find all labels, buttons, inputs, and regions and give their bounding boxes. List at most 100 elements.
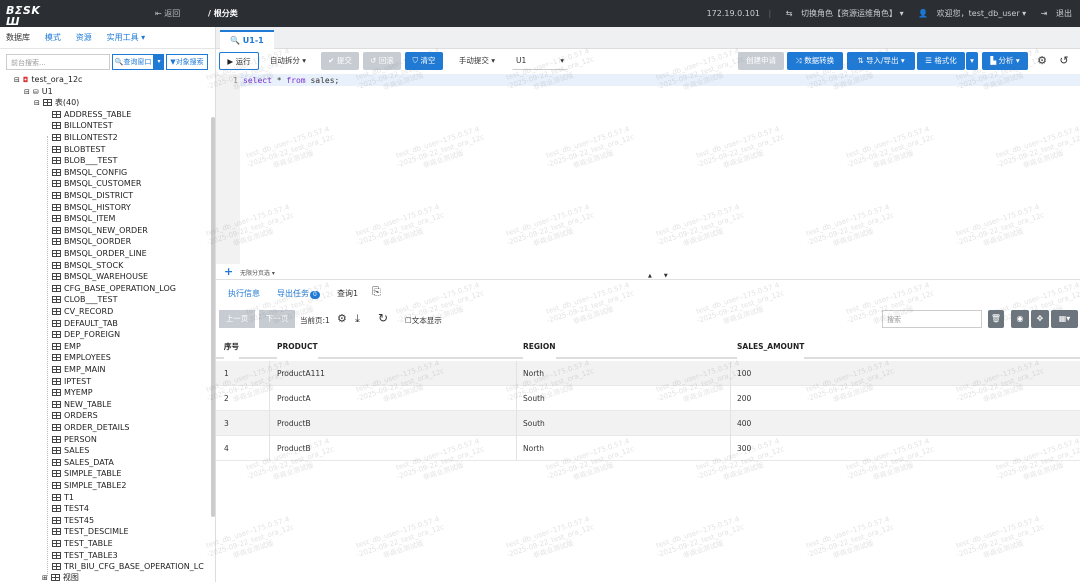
tree-node-table[interactable]: PERSON [52,434,97,446]
table-row[interactable]: 2 ProductA South 200 [216,386,1080,411]
history-icon[interactable]: ↺ [1056,52,1072,70]
prev-page-button[interactable]: 上一页 [219,310,255,328]
auto-split-dropdown[interactable]: 自动拆分 ▾ [266,52,310,70]
tree-node-schema[interactable]: ⊟ ⛁ U1 [24,86,53,98]
logout-link[interactable]: ⇥ 退出 [1035,9,1072,18]
table-cell[interactable]: North [523,361,544,386]
tree-node-table[interactable]: CV_RECORD [52,306,113,318]
tree-node-table[interactable]: BILLONTEST2 [52,132,118,144]
tree-node-table[interactable]: BMSQL_HISTORY [52,202,131,214]
resize-handle-icon[interactable]: ▲▼ [648,273,680,279]
sql-code[interactable]: select * from sales; [243,76,339,85]
tree-node-table[interactable]: SIMPLE_TABLE2 [52,480,127,492]
tree-node-table[interactable]: MYEMP [52,387,93,399]
table-cell[interactable]: South [523,386,545,411]
tree-node-table[interactable]: TEST4 [52,503,89,515]
tree-node-table[interactable]: TEST_DESCIMLE [52,526,129,538]
run-button[interactable]: ▶ 运行 [219,52,259,70]
query-window-dropdown[interactable]: ▾ [154,54,164,70]
paging-mode-select[interactable]: 无限分页选 ▾ [240,268,275,277]
tree-node-table[interactable]: BMSQL_CONFIG [52,167,127,179]
tree-node-connection[interactable]: ⊟ ◘ test_ora_12c [14,74,82,86]
tree-node-table[interactable]: ORDER_DETAILS [52,422,129,434]
col-header-index[interactable]: 序号 [224,334,239,359]
tree-node-table[interactable]: DEFAULT_TAB [52,318,118,330]
tree-node-table[interactable]: TEST45 [52,515,94,527]
tree-node-table[interactable]: ADDRESS_TABLE [52,109,131,121]
table-cell[interactable]: South [523,411,545,436]
tab-export-task[interactable]: 导出任务 0 [277,288,320,299]
table-cell[interactable]: 4 [224,436,229,461]
format-button[interactable]: ☰ 格式化 [917,52,965,70]
table-cell[interactable]: ProductA [277,386,311,411]
tree-node-table[interactable]: BMSQL_ITEM [52,213,115,225]
table-cell[interactable]: 300 [737,436,751,461]
tab-utilities[interactable]: 实用工具 ▾ [107,27,146,49]
user-menu[interactable]: 👤 欢迎您，test_db_user ▾ [912,9,1026,18]
table-cell[interactable]: North [523,436,544,461]
add-icon[interactable]: + [224,266,233,278]
tree-node-table[interactable]: CFG_BASE_OPERATION_LOG [52,283,176,295]
table-row[interactable]: 3 ProductB South 400 [216,411,1080,436]
tree-node-table[interactable]: BMSQL_NEW_ORDER [52,225,148,237]
table-cell[interactable]: 3 [224,411,229,436]
tree-node-table[interactable]: SALES [52,445,89,457]
create-request-button[interactable]: 创建申请 [738,52,784,70]
text-display-checkbox[interactable]: ☐文本显示 [405,315,442,326]
tree-scrollbar[interactable] [211,117,215,517]
tree-search-input[interactable]: 前台搜索... [6,54,110,70]
rollback-button[interactable]: ↺ 回滚 [363,52,401,70]
table-cell[interactable]: ProductB [277,436,311,461]
tab-u1-1[interactable]: 🔍 U1-1 [220,30,274,49]
tab-schema[interactable]: 模式 [45,27,61,49]
breadcrumb[interactable]: / 根分类 [208,8,238,19]
table-cell[interactable]: 400 [737,411,751,436]
trash-icon[interactable]: 🗑 [988,310,1004,328]
result-search-input[interactable]: 搜索 [882,310,982,328]
settings-gear-icon[interactable]: ⚙ [1034,52,1050,70]
tree-node-table[interactable]: BILLONTEST [52,120,113,132]
next-page-button[interactable]: 下一页 [259,310,295,328]
commit-button[interactable]: ✔ 提交 [321,52,359,70]
schema-select[interactable]: U1 ▾ [512,52,568,70]
format-dropdown[interactable]: ▾ [966,52,978,70]
tree-node-table[interactable]: BLOB___TEST [52,155,117,167]
table-row[interactable]: 4 ProductB North 300 [216,436,1080,461]
tree-node-table[interactable]: BMSQL_ORDER_LINE [52,248,147,260]
refresh-icon[interactable]: ↻ [378,311,388,325]
tree-node-table[interactable]: EMP_MAIN [52,364,106,376]
table-cell[interactable]: 100 [737,361,751,386]
tab-exec-info[interactable]: 执行信息 [228,288,260,299]
tree-node-table[interactable]: SALES_DATA [52,457,114,469]
tree-node-table[interactable]: DEP_FOREIGN [52,329,120,341]
analysis-button[interactable]: ▙ 分析 ▾ [982,52,1028,70]
download-icon[interactable]: ⤓ [355,312,360,326]
move-icon[interactable]: ✥ [1031,310,1049,328]
tree-node-table[interactable]: BMSQL_WAREHOUSE [52,271,148,283]
col-header-product[interactable]: PRODUCT [277,334,318,359]
tree-node-tables-folder[interactable]: ⊟ 表(40) [34,97,79,109]
switch-role-link[interactable]: ⇆ 切换角色【资源运维角色】 ▾ [780,9,904,18]
view-icon[interactable]: ◉ [1011,310,1029,328]
tab-resource[interactable]: 资源 [76,27,92,49]
columns-icon[interactable]: ▦▾ [1051,310,1078,328]
tree-node-table[interactable]: BMSQL_CUSTOMER [52,178,141,190]
tree-node-table[interactable]: CLOB___TEST [52,294,117,306]
manual-commit-dropdown[interactable]: 手动提交 ▾ [454,52,500,70]
back-link[interactable]: ⇤ 返回 [155,8,180,19]
tab-database[interactable]: 数据库 [6,27,30,49]
table-row[interactable]: 1 ProductA111 North 100 [216,361,1080,386]
table-cell[interactable]: 2 [224,386,229,411]
settings-tools-icon[interactable]: ⚙ [337,312,347,325]
tree-node-views-folder[interactable]: ⊞ 视图 [42,572,79,582]
tree-node-table[interactable]: TEST_TABLE [52,538,113,550]
sql-editor[interactable]: 1 select * from sales; [216,74,1080,264]
clear-button[interactable]: ⛉ 清空 [405,52,443,70]
tree-node-table[interactable]: BLOBTEST [52,144,105,156]
tree-node-table[interactable]: TEST_TABLE3 [52,550,118,562]
col-header-sales-amount[interactable]: SALES_AMOUNT [737,334,805,359]
export-icon[interactable]: ⎘ [372,285,381,299]
table-cell[interactable]: 200 [737,386,751,411]
tree-node-table[interactable]: SIMPLE_TABLE [52,468,121,480]
col-header-region[interactable]: REGION [523,334,556,359]
